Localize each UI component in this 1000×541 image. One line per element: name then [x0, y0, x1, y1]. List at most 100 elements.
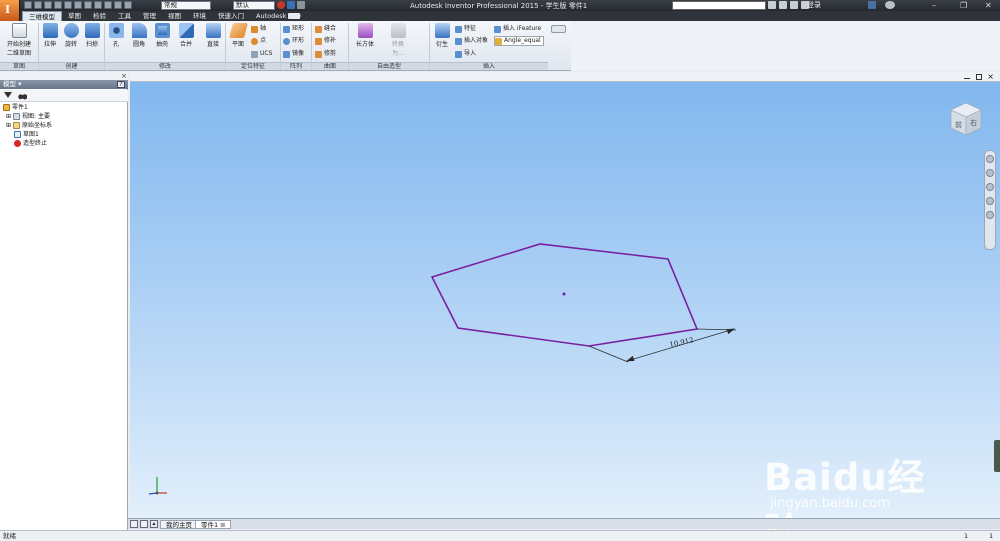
filter-icon[interactable]: [4, 92, 12, 98]
mirror-button[interactable]: 镜像: [283, 49, 304, 59]
fillet-button[interactable]: 圆角: [128, 23, 150, 48]
axis-button[interactable]: 轴: [251, 24, 266, 34]
help-icon[interactable]: [885, 1, 895, 9]
tree-item-part[interactable]: 零件1: [3, 103, 28, 112]
find-binoculars-icon[interactable]: [18, 92, 27, 100]
help-search-input[interactable]: [672, 1, 766, 10]
group-label-create: 创建: [39, 62, 104, 70]
tree-item-view[interactable]: ⊞ 视图: 主要: [6, 112, 50, 121]
box-button[interactable]: 长方体: [353, 23, 377, 48]
tab-get-started[interactable]: 快速入门: [212, 11, 250, 21]
browser-header[interactable]: 模型 ▾: [0, 80, 128, 89]
close-button[interactable]: ✕: [985, 0, 992, 11]
tile-icon[interactable]: [130, 520, 138, 528]
dimension-text[interactable]: 10.912: [669, 336, 695, 349]
minimize-button[interactable]: –: [932, 0, 936, 11]
open-icon[interactable]: [34, 1, 42, 9]
rectangular-pattern-button[interactable]: 矩形: [283, 24, 304, 34]
ribbon-options-icon[interactable]: [551, 25, 566, 33]
extrude-button[interactable]: 拉伸: [40, 23, 60, 48]
customize-icon[interactable]: [297, 1, 305, 9]
appearance-icon[interactable]: [124, 1, 132, 9]
doc-list-icon[interactable]: ▴: [150, 520, 158, 528]
rect-pattern-icon: [283, 25, 290, 33]
redo-icon[interactable]: [64, 1, 72, 9]
tab-close-icon[interactable]: ⊠: [220, 522, 225, 529]
home-icon[interactable]: [74, 1, 82, 9]
viewcube-right-label[interactable]: 右: [970, 118, 977, 127]
exchange-icon[interactable]: [868, 1, 876, 9]
save-icon[interactable]: [44, 1, 52, 9]
zoom-icon[interactable]: [986, 183, 994, 191]
circular-pattern-button[interactable]: 环形: [283, 36, 304, 46]
search-icon[interactable]: [768, 1, 776, 9]
tree-item-sketch1[interactable]: 草图1: [14, 130, 39, 139]
shell-button[interactable]: 抽壳: [152, 23, 172, 48]
sketch-pencil-icon: [11, 23, 27, 38]
steering-wheel-icon[interactable]: [986, 155, 994, 163]
parameter-combo[interactable]: Angle_equal: [494, 36, 544, 46]
stitch-button[interactable]: 缝合: [315, 24, 336, 34]
orbit-icon[interactable]: [986, 197, 994, 205]
start-2d-sketch-button[interactable]: 开始创建 二维草图: [4, 23, 34, 57]
login-link[interactable]: 登录: [807, 0, 821, 11]
center-point[interactable]: [562, 292, 566, 296]
panel-close-icon[interactable]: ×: [121, 73, 127, 80]
viewcube[interactable]: 前 右: [948, 101, 984, 137]
hole-button[interactable]: 孔: [106, 23, 126, 48]
measure-icon[interactable]: [277, 1, 285, 9]
return-icon[interactable]: [84, 1, 92, 9]
cascade-icon[interactable]: [140, 520, 148, 528]
viewcube-front-label[interactable]: 前: [955, 120, 962, 129]
convert-button[interactable]: 转换 为...: [387, 23, 409, 57]
tree-item-end-of-part[interactable]: 造型终止: [14, 139, 47, 148]
material-combo[interactable]: 默认: [233, 1, 275, 10]
tab-environments[interactable]: 环境: [187, 11, 212, 21]
doc-close-icon[interactable]: ×: [987, 72, 994, 81]
point-button[interactable]: 点: [251, 36, 266, 46]
tab-my-home[interactable]: 我的主页: [160, 520, 198, 529]
update-icon[interactable]: [104, 1, 112, 9]
browser-help-icon[interactable]: ?: [117, 81, 125, 88]
side-handle[interactable]: [994, 440, 1000, 472]
undo-icon[interactable]: [54, 1, 62, 9]
style-combo[interactable]: 常规: [161, 1, 211, 10]
ilogic-icon[interactable]: [287, 1, 295, 9]
ribbon-toggle-icon[interactable]: [288, 13, 300, 19]
app-logo-button[interactable]: I: [0, 0, 20, 21]
tab-manage[interactable]: 管理: [137, 11, 162, 21]
triad-axes-icon: [148, 477, 167, 495]
insert-ifeature-button[interactable]: 插入 iFeature: [494, 24, 541, 34]
trim-button[interactable]: 修剪: [315, 49, 336, 59]
maximize-button[interactable]: ❐: [960, 0, 967, 11]
look-at-icon[interactable]: [986, 211, 994, 219]
import-button[interactable]: 导入: [455, 49, 476, 59]
doc-minimize-icon[interactable]: [964, 74, 970, 79]
feature-button[interactable]: 特征: [455, 24, 476, 34]
pan-icon[interactable]: [986, 169, 994, 177]
insert-object-button[interactable]: 插入对象: [455, 36, 488, 46]
patch-button[interactable]: 修补: [315, 36, 336, 46]
sketch-icon[interactable]: [94, 1, 102, 9]
tab-inspect[interactable]: 检验: [87, 11, 112, 21]
revolve-icon: [63, 23, 79, 38]
derive-button[interactable]: 衍生: [432, 23, 452, 48]
select-icon[interactable]: [114, 1, 122, 9]
ribbon-tabs: 三维模型 草图 检验 工具 管理 视图 环境 快速入门 Autodesk 360: [22, 11, 307, 21]
doc-restore-icon[interactable]: [976, 74, 982, 80]
tab-part1[interactable]: 零件1 ⊠: [195, 520, 232, 529]
sweep-button[interactable]: 扫掠: [82, 23, 102, 48]
subscription-icon[interactable]: [779, 1, 787, 9]
revolve-button[interactable]: 旋转: [61, 23, 81, 48]
plane-button[interactable]: 平面: [228, 23, 248, 48]
tab-sketch[interactable]: 草图: [62, 11, 87, 21]
tab-tools[interactable]: 工具: [112, 11, 137, 21]
direct-edit-button[interactable]: 直接: [203, 23, 223, 48]
tab-3d-model[interactable]: 三维模型: [22, 11, 62, 21]
tree-item-origin[interactable]: ⊞ 原始坐标系: [6, 121, 52, 130]
tab-view[interactable]: 视图: [162, 11, 187, 21]
new-icon[interactable]: [24, 1, 32, 9]
communication-icon[interactable]: [790, 1, 798, 9]
combine-button[interactable]: 合并: [176, 23, 196, 48]
ucs-button[interactable]: UCS: [251, 49, 272, 59]
